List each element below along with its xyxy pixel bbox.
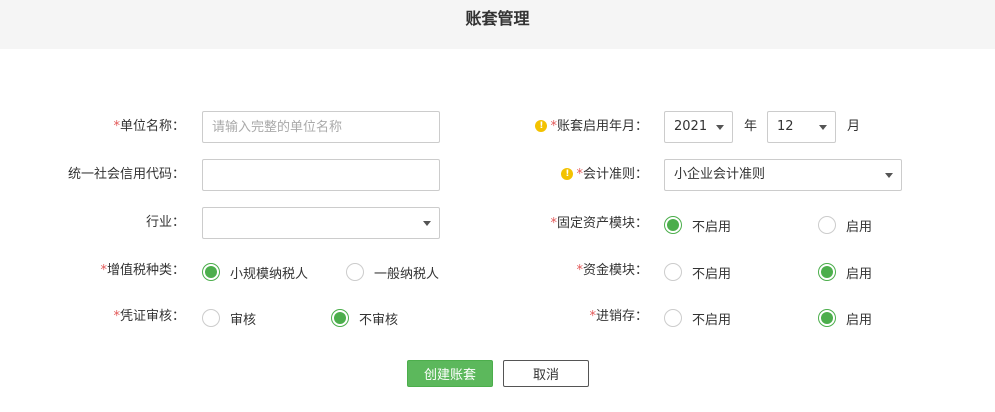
chevron-down-icon	[716, 125, 724, 130]
voucher-review-off-radio[interactable]: 不审核	[331, 308, 398, 328]
start-year-value: 2021	[674, 119, 708, 134]
year-unit: 年	[744, 119, 758, 134]
radio-unchecked-icon	[664, 309, 682, 327]
cancel-button[interactable]: 取消	[503, 360, 589, 387]
chevron-down-icon	[819, 125, 827, 130]
chevron-down-icon	[423, 221, 431, 226]
radio-checked-icon	[664, 216, 682, 234]
page-header: 账套管理	[0, 0, 995, 49]
vat-type-label: *增值税种类：	[100, 263, 185, 278]
funds-label: *资金模块：	[576, 263, 648, 278]
unit-name-label: *单位名称：	[113, 119, 185, 134]
start-year-select[interactable]: 2021	[664, 111, 733, 143]
radio-checked-icon	[202, 263, 220, 281]
industry-select[interactable]	[202, 207, 440, 239]
start-month-value: 12	[777, 119, 794, 134]
voucher-review-label: *凭证审核：	[113, 309, 185, 324]
warning-icon: !	[561, 167, 574, 180]
vat-type-small-radio[interactable]: 小规模纳税人	[202, 262, 308, 282]
month-unit: 月	[847, 119, 861, 134]
radio-unchecked-icon	[202, 309, 220, 327]
page-title: 账套管理	[465, 9, 530, 28]
funds-off-radio[interactable]: 不启用	[664, 262, 731, 282]
credit-code-label: 统一社会信用代码：	[67, 167, 185, 182]
inventory-label: *进销存：	[589, 309, 648, 324]
vat-type-general-radio[interactable]: 一般纳税人	[346, 262, 439, 282]
funds-on-radio[interactable]: 启用	[818, 262, 872, 282]
fixed-assets-on-radio[interactable]: 启用	[818, 215, 872, 235]
unit-name-input[interactable]	[202, 111, 440, 143]
fixed-assets-label: *固定资产模块：	[550, 216, 648, 231]
start-period-label: ! *账套启用年月：	[490, 115, 648, 139]
radio-unchecked-icon	[664, 263, 682, 281]
radio-checked-icon	[818, 263, 836, 281]
fixed-assets-off-radio[interactable]: 不启用	[664, 215, 731, 235]
voucher-review-on-radio[interactable]: 审核	[202, 308, 256, 328]
inventory-on-radio[interactable]: 启用	[818, 308, 872, 328]
warning-icon: !	[535, 119, 548, 132]
radio-checked-icon	[331, 309, 349, 327]
start-month-select[interactable]: 12	[767, 111, 836, 143]
accounting-standard-value: 小企业会计准则	[674, 167, 766, 182]
radio-unchecked-icon	[818, 216, 836, 234]
accounting-standard-select[interactable]: 小企业会计准则	[664, 159, 902, 191]
create-account-set-button[interactable]: 创建账套	[407, 360, 493, 387]
credit-code-input[interactable]	[202, 159, 440, 191]
industry-label: 行业：	[145, 215, 185, 230]
radio-unchecked-icon	[346, 263, 364, 281]
accounting-standard-label: ! *会计准则：	[490, 163, 648, 187]
inventory-off-radio[interactable]: 不启用	[664, 308, 731, 328]
chevron-down-icon	[885, 173, 893, 178]
radio-checked-icon	[818, 309, 836, 327]
